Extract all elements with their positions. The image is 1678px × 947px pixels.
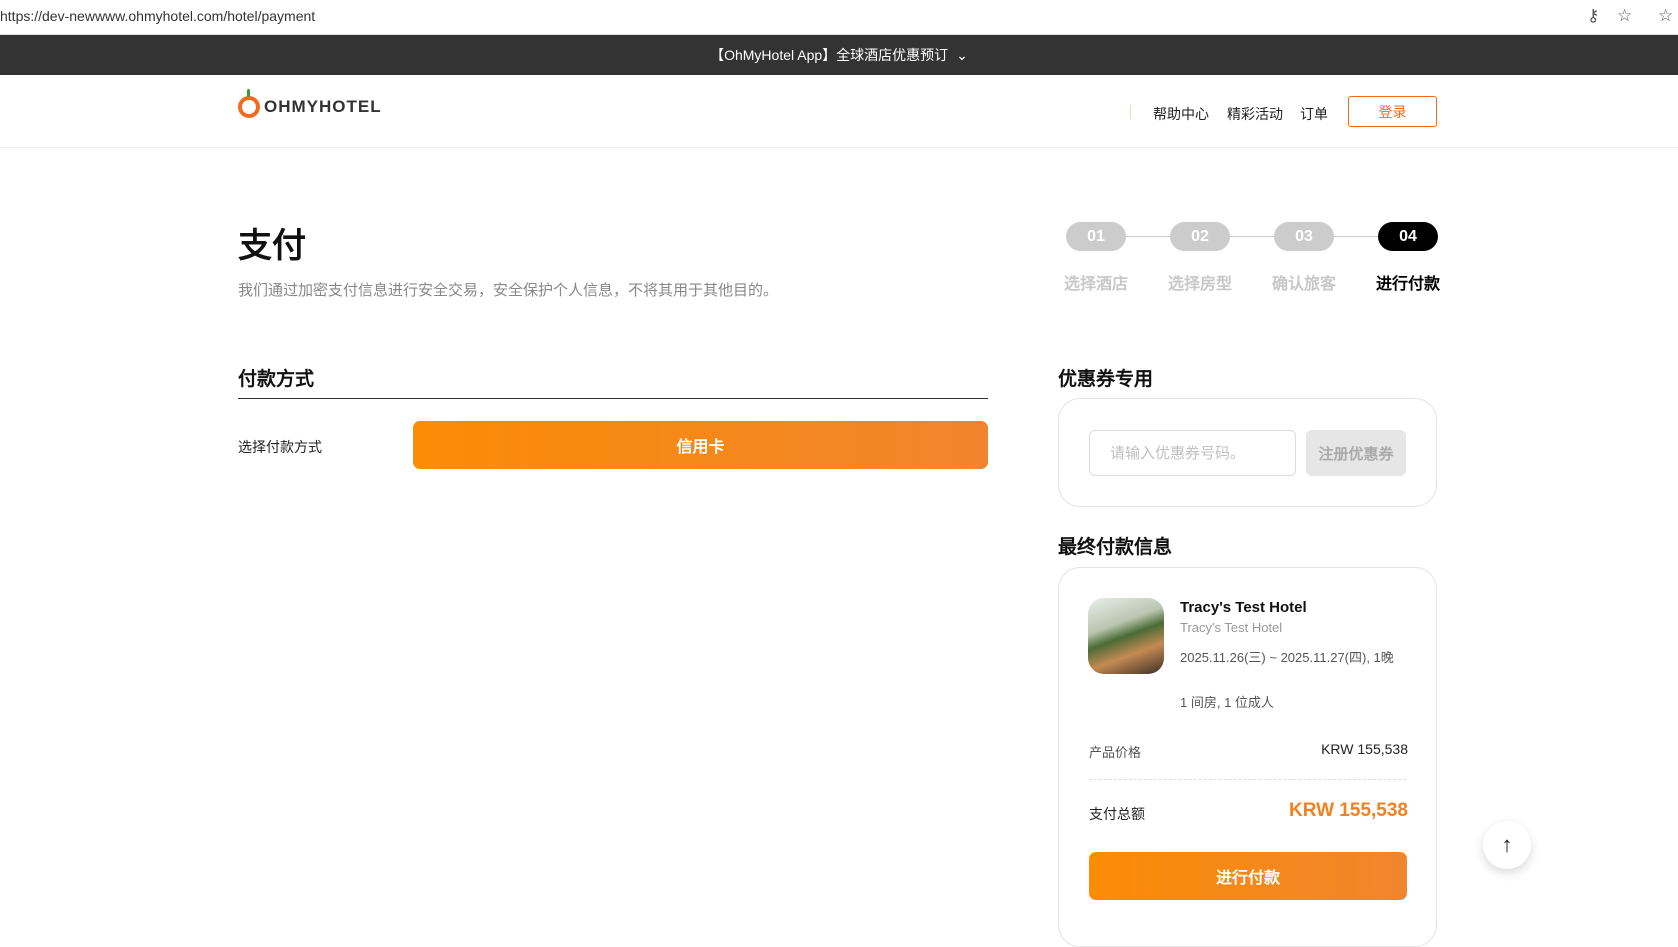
proceed-payment-button[interactable]: 进行付款 — [1089, 852, 1407, 900]
payment-method-heading: 付款方式 — [238, 369, 315, 390]
step-3-badge: 03 — [1274, 222, 1334, 251]
credit-card-button[interactable]: 信用卡 — [413, 421, 988, 469]
nav-events[interactable]: 精彩活动 — [1227, 104, 1283, 124]
hotel-name: Tracy's Test Hotel — [1180, 599, 1307, 616]
payment-summary-heading: 最终付款信息 — [1058, 537, 1173, 558]
step-1-badge: 01 — [1066, 222, 1126, 251]
nav-help-center[interactable]: 帮助中心 — [1153, 104, 1209, 124]
logo-text: OHMYHOTEL — [264, 97, 382, 116]
step-connector — [1230, 236, 1274, 237]
step-2-label: 选择房型 — [1167, 276, 1232, 293]
stay-dates: 2025.11.26(三) ~ 2025.11.27(四), 1晚 — [1180, 650, 1394, 665]
login-button[interactable]: 登录 — [1348, 96, 1437, 127]
nav-orders[interactable]: 订单 — [1300, 104, 1328, 124]
star-icon[interactable]: ☆ — [1617, 6, 1632, 26]
logo-icon — [238, 89, 260, 118]
key-icon[interactable]: ⚷ — [1587, 6, 1599, 26]
step-4-badge: 04 — [1378, 222, 1438, 251]
favorites-icon[interactable]: ☆ — [1658, 6, 1673, 26]
occupancy: 1 间房, 1 位成人 — [1180, 695, 1274, 710]
payment-method-label: 选择付款方式 — [238, 439, 322, 455]
step-4-label: 进行付款 — [1375, 276, 1440, 293]
total-label: 支付总额 — [1089, 806, 1145, 822]
register-coupon-button[interactable]: 注册优惠券 — [1306, 430, 1406, 476]
page-subtitle: 我们通过加密支付信息进行安全交易，安全保护个人信息，不将其用于其他目的。 — [238, 282, 779, 299]
total-value: KRW 155,538 — [1289, 800, 1408, 821]
url-text[interactable]: https://dev-newwww.ohmyhotel.com/hotel/p… — [0, 8, 315, 24]
dashed-divider — [1089, 779, 1406, 780]
logo[interactable]: OHMYHOTEL — [238, 89, 382, 118]
price-value: KRW 155,538 — [1321, 741, 1408, 757]
step-1-label: 选择酒店 — [1063, 276, 1128, 293]
step-connector — [1126, 236, 1170, 237]
divider — [238, 398, 988, 399]
hotel-thumbnail — [1088, 598, 1164, 674]
banner-text: 【OhMyHotel App】全球酒店优惠预订 — [710, 47, 949, 63]
app-promo-banner[interactable]: 【OhMyHotel App】全球酒店优惠预订 ⌄ — [0, 35, 1678, 75]
price-label: 产品价格 — [1089, 745, 1142, 760]
chevron-down-icon: ⌄ — [956, 46, 968, 63]
step-3-label: 确认旅客 — [1271, 276, 1336, 293]
step-connector — [1334, 236, 1378, 237]
step-2-badge: 02 — [1170, 222, 1230, 251]
scroll-to-top-button[interactable]: ↑ — [1483, 821, 1531, 869]
hotel-subname: Tracy's Test Hotel — [1180, 620, 1283, 635]
coupon-heading: 优惠券专用 — [1058, 369, 1154, 390]
browser-address-bar[interactable]: https://dev-newwww.ohmyhotel.com/hotel/p… — [0, 0, 1678, 35]
page-title: 支付 — [238, 227, 306, 265]
coupon-input[interactable] — [1089, 430, 1296, 476]
nav-divider — [1130, 105, 1131, 119]
arrow-up-icon: ↑ — [1501, 832, 1513, 857]
